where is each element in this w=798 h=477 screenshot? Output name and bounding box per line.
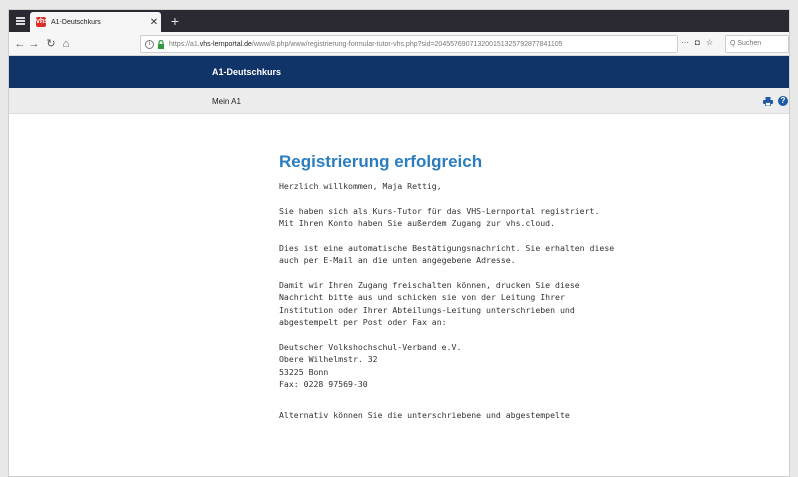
nav-link-mein-a1[interactable]: Mein A1: [212, 97, 241, 106]
url-actions: ··· ◘ ☆: [681, 38, 713, 47]
back-arrow-icon[interactable]: ←: [13, 36, 27, 52]
ellipsis-icon[interactable]: ···: [681, 38, 689, 47]
home-icon[interactable]: ⌂: [59, 36, 73, 52]
tab-title: A1-Deutschkurs: [51, 18, 101, 26]
browser-tab[interactable]: vhs A1-Deutschkurs ✕: [30, 12, 161, 32]
site-title[interactable]: A1-Deutschkurs: [212, 67, 281, 77]
menu-icon[interactable]: [13, 14, 27, 28]
reload-icon[interactable]: ↻: [44, 36, 58, 52]
site-header: A1-Deutschkurs: [9, 56, 789, 88]
print-icon[interactable]: [763, 97, 773, 106]
url-text: https://a1.vhs-lernportal.de/www/8.php/w…: [169, 41, 563, 48]
postal-address: Deutscher Volkshochschul-Verband e.V. Ob…: [279, 341, 462, 390]
paragraph-registration: Sie haben sich als Kurs-Tutor für das VH…: [279, 205, 600, 229]
paragraph-confirmation: Dies ist eine automatische Bestätigungsn…: [279, 242, 615, 266]
star-icon[interactable]: ☆: [706, 38, 713, 47]
url-prefix: https://a1.: [169, 40, 200, 48]
plus-icon[interactable]: +: [167, 12, 183, 30]
pocket-icon[interactable]: ◘: [695, 38, 700, 47]
url-domain: vhs-lernportal.de: [199, 40, 252, 48]
paragraph-instructions: Damit wir Ihren Zugang freischalten könn…: [279, 279, 580, 328]
browser-window: vhs A1-Deutschkurs ✕ + ← → ↻ ⌂ i https:/…: [8, 9, 790, 477]
url-path: /www/8.php/www/registrierung-formular-tu…: [251, 40, 563, 48]
page-title: Registrierung erfolgreich: [279, 152, 483, 171]
forward-arrow-icon[interactable]: →: [27, 36, 41, 52]
help-icon[interactable]: ?: [778, 96, 788, 106]
tab-strip: vhs A1-Deutschkurs ✕ +: [9, 10, 789, 32]
close-tab-icon[interactable]: ✕: [147, 17, 161, 28]
main-content: Registrierung erfolgreich Herzlich willk…: [279, 152, 779, 433]
address-bar[interactable]: i https://a1.vhs-lernportal.de/www/8.php…: [140, 35, 678, 53]
navigation-bar: ← → ↻ ⌂ i https://a1.vhs-lernportal.de/w…: [9, 32, 789, 56]
screenshot-frame: vhs A1-Deutschkurs ✕ + ← → ↻ ⌂ i https:/…: [0, 0, 798, 477]
lock-icon[interactable]: [157, 39, 165, 49]
greeting-text: Herzlich willkommen, Maja Rettig,: [279, 181, 442, 191]
favicon: vhs: [36, 17, 49, 27]
sub-navigation: Mein A1 ?: [9, 88, 789, 114]
search-input[interactable]: Q Suchen: [725, 35, 789, 53]
paragraph-alternative: Alternativ können Sie die unterschrieben…: [279, 409, 570, 420]
info-icon[interactable]: i: [145, 39, 154, 49]
